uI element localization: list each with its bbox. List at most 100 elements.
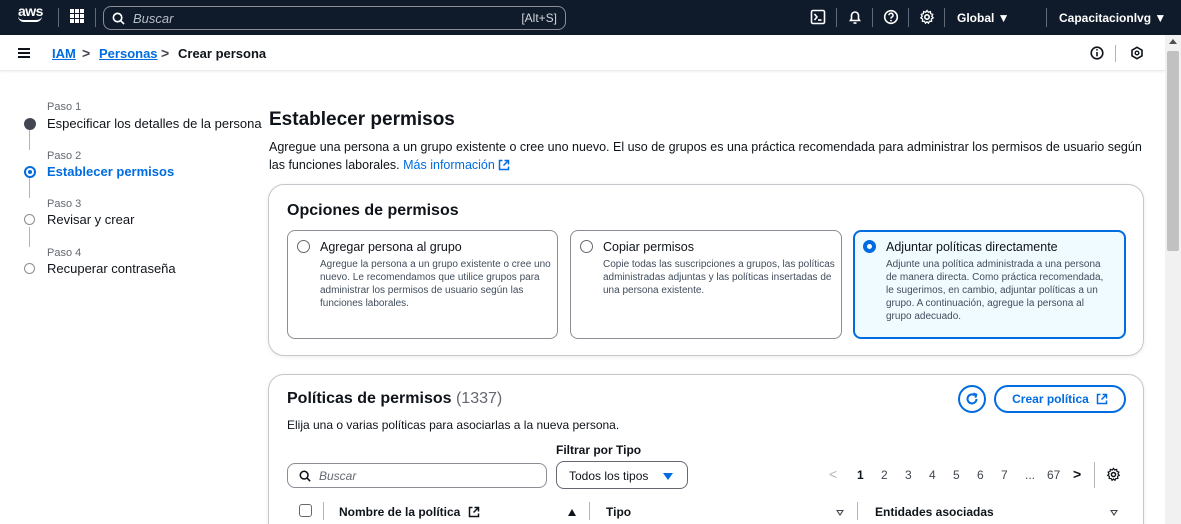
divider: [872, 8, 873, 27]
column-header-policy-name[interactable]: Nombre de la política: [339, 505, 480, 519]
sort-icon[interactable]: [836, 510, 844, 516]
pagination-page-3[interactable]: 3: [905, 468, 912, 482]
step-1-indicator: [24, 118, 36, 130]
select-all-checkbox[interactable]: [299, 504, 312, 517]
option-title: Copiar permisos: [603, 240, 695, 254]
cloudshell-icon[interactable]: [810, 9, 826, 25]
policy-search-placeholder: Buscar: [319, 469, 357, 483]
option-title: Adjuntar políticas directamente: [886, 240, 1058, 254]
divider: [944, 8, 945, 27]
option-add-to-group[interactable]: Agregar persona al grupo Agregue la pers…: [287, 230, 558, 339]
step-3-indicator: [24, 214, 35, 225]
step-4-indicator: [24, 263, 35, 274]
refresh-icon: [966, 392, 978, 405]
permission-options-title: Opciones de permisos: [287, 202, 459, 219]
pagination-page-1[interactable]: 1: [857, 468, 864, 482]
scroll-up-arrow[interactable]: [1169, 39, 1177, 44]
option-attach-policies-radio[interactable]: [863, 240, 876, 253]
step-1-title[interactable]: Especificar los detalles de la persona: [47, 116, 262, 131]
more-info-link[interactable]: Más información: [403, 158, 510, 172]
external-link-icon: [468, 506, 479, 518]
caret-down-icon: [663, 473, 673, 480]
pagination-page-67[interactable]: 67: [1047, 468, 1060, 482]
pagination-page-4[interactable]: 4: [929, 468, 936, 482]
scroll-thumb[interactable]: [1167, 51, 1179, 251]
divider: [58, 8, 59, 27]
page-scrollbar[interactable]: [1165, 35, 1181, 524]
option-copy-permissions[interactable]: Copiar permisos Copie todas las suscripc…: [570, 230, 842, 339]
filter-type-label: Filtrar por Tipo: [556, 443, 642, 457]
column-separator: [589, 502, 590, 520]
page-title: Establecer permisos: [269, 109, 455, 130]
description-text: Agregue una persona a un grupo existente…: [269, 140, 1142, 172]
sort-ascending-icon[interactable]: [568, 509, 576, 516]
breadcrumb-bar: IAM > Personas > Crear persona: [0, 35, 1165, 71]
page-description: Agregue una persona a un grupo existente…: [269, 138, 1149, 174]
search-shortcut: [Alt+S]: [521, 11, 557, 25]
pagination-next[interactable]: >: [1073, 466, 1081, 482]
step-1-label: Paso 1: [47, 101, 82, 113]
step-2-label: Paso 2: [47, 150, 82, 162]
global-search-input[interactable]: Buscar [Alt+S]: [103, 6, 566, 30]
divider: [1046, 8, 1047, 27]
search-placeholder: Buscar: [133, 10, 174, 26]
create-policy-button[interactable]: Crear política: [994, 385, 1126, 413]
search-icon: [299, 470, 311, 482]
info-icon[interactable]: [1090, 46, 1104, 60]
divider: [836, 8, 837, 27]
step-4-title: Recuperar contraseña: [47, 261, 176, 276]
pagination-page-7[interactable]: 7: [1001, 468, 1008, 482]
help-icon[interactable]: [883, 9, 899, 25]
grid-icon[interactable]: [70, 9, 84, 23]
breadcrumb-separator: >: [161, 45, 170, 61]
step-3-title: Revisar y crear: [47, 212, 135, 227]
option-add-to-group-radio[interactable]: [297, 240, 310, 253]
type-filter-select[interactable]: Todos los tipos: [556, 461, 688, 489]
step-2-indicator: [24, 166, 36, 178]
column-separator: [323, 502, 324, 520]
menu-icon[interactable]: [18, 48, 30, 58]
option-description: Adjunte una política administrada a una …: [886, 259, 1104, 322]
pagination-page-2[interactable]: 2: [881, 468, 888, 482]
step-connector: [29, 130, 30, 150]
breadcrumb-iam[interactable]: IAM: [52, 46, 76, 61]
policy-search-input[interactable]: Buscar: [287, 463, 547, 488]
divider: [908, 8, 909, 27]
column-separator: [857, 502, 858, 520]
refresh-button[interactable]: [958, 385, 986, 413]
top-navigation: aws Buscar [Alt+S] Global ▼ Capacitacion…: [0, 0, 1181, 35]
option-description: Copie todas las suscripciones a grupos, …: [603, 259, 835, 296]
divider: [1115, 45, 1116, 62]
region-selector[interactable]: Global ▼: [957, 11, 1010, 25]
step-4-label: Paso 4: [47, 247, 82, 259]
policies-title-text: Políticas de permisos: [287, 390, 452, 407]
table-settings-icon[interactable]: [1106, 467, 1121, 482]
aws-logo[interactable]: aws: [18, 4, 48, 30]
create-policy-label: Crear política: [1012, 392, 1089, 406]
sort-icon[interactable]: [1110, 510, 1118, 516]
option-copy-permissions-radio[interactable]: [580, 240, 593, 253]
pagination-page-5[interactable]: 5: [953, 468, 960, 482]
breadcrumb-personas[interactable]: Personas: [99, 46, 158, 61]
option-attach-policies[interactable]: Adjuntar políticas directamente Adjunte …: [853, 230, 1126, 339]
policies-count: (1337): [455, 390, 503, 407]
divider: [95, 8, 96, 27]
external-link-icon: [498, 159, 510, 171]
bell-icon[interactable]: [847, 9, 863, 25]
breadcrumb-separator: >: [82, 45, 91, 61]
policies-title: Políticas de permisos (1337): [287, 390, 502, 408]
column-header-entities[interactable]: Entidades asociadas: [875, 505, 994, 519]
more-info-text: Más información: [403, 158, 495, 172]
pagination-page-6[interactable]: 6: [977, 468, 984, 482]
hexagon-icon[interactable]: [1130, 46, 1144, 60]
pagination-prev[interactable]: <: [829, 466, 837, 482]
step-3-label: Paso 3: [47, 198, 82, 210]
breadcrumb-current: Crear persona: [178, 46, 267, 61]
step-connector: [29, 178, 30, 198]
step-2-title: Establecer permisos: [47, 164, 175, 179]
column-header-type[interactable]: Tipo: [606, 505, 631, 519]
account-menu[interactable]: Capacitacionlvg ▼: [1059, 11, 1166, 25]
gear-icon[interactable]: [919, 9, 935, 25]
type-filter-value: Todos los tipos: [569, 469, 649, 483]
column-policy-name-label: Nombre de la política: [339, 505, 461, 519]
